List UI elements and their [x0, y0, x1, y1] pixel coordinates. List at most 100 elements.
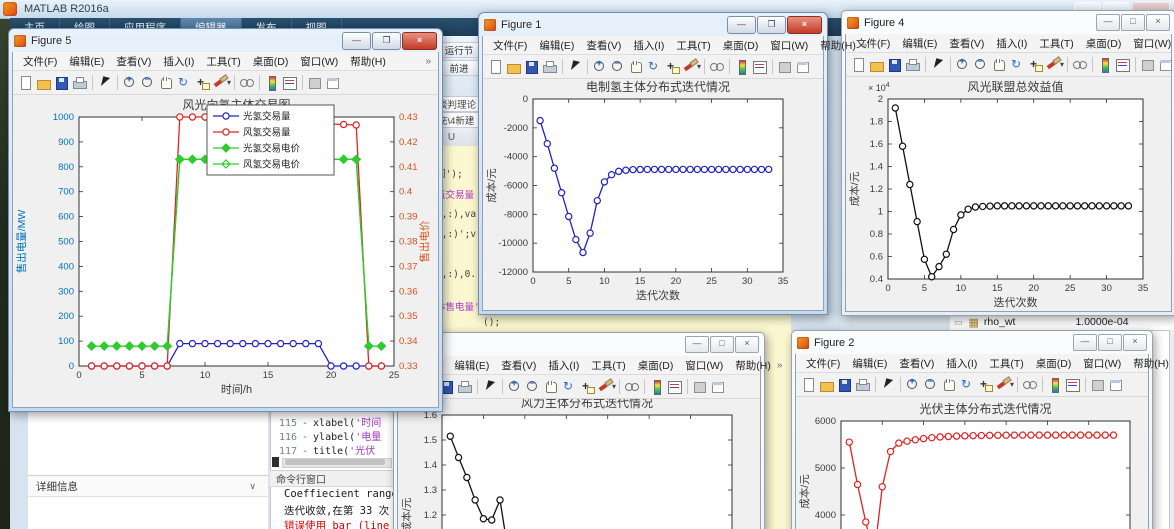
link-plots-icon[interactable] [1022, 377, 1038, 393]
menu-overflow-icon[interactable]: » [425, 56, 434, 67]
menu-item-2[interactable]: 查看(V) [580, 38, 627, 53]
print-icon[interactable] [72, 75, 88, 91]
pan-icon[interactable] [941, 377, 957, 393]
menu-item-1[interactable]: 编辑(E) [896, 36, 943, 51]
menu-item-6[interactable]: 窗口(W) [679, 358, 729, 373]
link-plots-icon[interactable] [1072, 57, 1088, 73]
show-plot-tools-icon[interactable] [325, 75, 341, 91]
close-button[interactable]: × [402, 31, 437, 50]
rotate-3d-icon[interactable] [561, 379, 577, 395]
data-cursor-icon[interactable] [1027, 57, 1043, 73]
zoom-in-icon[interactable] [905, 376, 921, 393]
menu-item-6[interactable]: 窗口(W) [1127, 36, 1174, 51]
save-icon[interactable] [524, 59, 540, 75]
menu-item-4[interactable]: 工具(T) [200, 54, 246, 69]
hide-plot-tools-icon[interactable] [1140, 57, 1156, 73]
menu-item-2[interactable]: 查看(V) [943, 36, 990, 51]
pointer-tool-icon[interactable] [880, 377, 896, 393]
show-plot-tools-icon[interactable] [795, 59, 811, 75]
maximize-button[interactable]: ❐ [757, 15, 786, 34]
minimize-button[interactable]: — [342, 31, 371, 50]
brush-icon[interactable] [682, 59, 698, 75]
menu-item-5[interactable]: 桌面(D) [1030, 356, 1078, 371]
zoom-in-icon[interactable] [122, 74, 138, 91]
save-icon[interactable] [887, 57, 903, 73]
menu-item-3[interactable]: 插入(I) [990, 36, 1033, 51]
menu-item-0[interactable]: 文件(F) [17, 54, 63, 69]
pan-icon[interactable] [543, 379, 559, 395]
save-icon[interactable] [54, 75, 70, 91]
zoom-out-icon[interactable] [525, 378, 541, 395]
menu-item-1[interactable]: 编辑(E) [63, 54, 110, 69]
minimize-button[interactable]: — [685, 336, 709, 353]
insert-legend-icon[interactable] [282, 75, 298, 91]
zoom-out-icon[interactable] [973, 56, 989, 73]
figure2-titlebar[interactable]: Figure 2 — □ × [795, 331, 1149, 354]
scrollbar-split-handle[interactable] [272, 457, 279, 467]
insert-legend-icon[interactable] [1065, 377, 1081, 393]
pointer-tool-icon[interactable] [482, 379, 498, 395]
pointer-tool-icon[interactable] [930, 57, 946, 73]
close-button[interactable]: × [1123, 334, 1147, 351]
menu-item-2[interactable]: 查看(V) [495, 358, 542, 373]
menu-item-4[interactable]: 工具(T) [585, 358, 631, 373]
link-plots-icon[interactable] [239, 75, 255, 91]
pointer-tool-icon[interactable] [97, 75, 113, 91]
link-plots-icon[interactable] [709, 59, 725, 75]
zoom-in-icon[interactable] [592, 58, 608, 75]
zoom-out-icon[interactable] [923, 376, 939, 393]
error-link[interactable]: bar [332, 520, 351, 529]
menu-overflow-icon[interactable]: » [862, 40, 871, 51]
show-plot-tools-icon[interactable] [1158, 57, 1174, 73]
menu-item-6[interactable]: 窗口(W) [764, 38, 814, 53]
menu-item-4[interactable]: 工具(T) [983, 356, 1029, 371]
hide-plot-tools-icon[interactable] [777, 59, 793, 75]
scrollbar-thumb[interactable] [285, 459, 385, 465]
run-section-button[interactable]: 运行节 [438, 42, 480, 58]
new-file-icon[interactable] [851, 57, 867, 73]
brush-icon[interactable] [1045, 57, 1061, 73]
maximize-button[interactable]: □ [1098, 334, 1122, 351]
rotate-3d-icon[interactable] [1009, 57, 1025, 73]
brush-icon[interactable] [995, 377, 1011, 393]
menu-item-7[interactable]: 帮助(H) [344, 54, 392, 69]
data-cursor-icon[interactable] [977, 377, 993, 393]
zoom-out-icon[interactable] [140, 74, 156, 91]
menu-item-3[interactable]: 插入(I) [940, 356, 983, 371]
pan-icon[interactable] [158, 75, 174, 91]
insert-colorbar-icon[interactable] [1047, 377, 1063, 393]
save-icon[interactable] [837, 377, 853, 393]
menu-item-1[interactable]: 编辑(E) [448, 358, 495, 373]
open-file-icon[interactable] [506, 59, 522, 75]
zoom-out-icon[interactable] [610, 58, 626, 75]
menu-item-5[interactable]: 桌面(D) [247, 54, 295, 69]
error-link[interactable]: (line [351, 520, 390, 529]
maximize-button[interactable]: □ [710, 336, 734, 353]
zoom-in-icon[interactable] [507, 378, 523, 395]
maximize-button[interactable]: □ [1121, 14, 1145, 31]
pointer-tool-icon[interactable] [567, 59, 583, 75]
menu-item-1[interactable]: 编辑(E) [846, 356, 893, 371]
close-button[interactable]: × [735, 336, 759, 353]
open-file-icon[interactable] [869, 57, 885, 73]
menu-item-5[interactable]: 桌面(D) [1080, 36, 1128, 51]
details-collapsible-row[interactable]: 详细信息 ∨ [28, 475, 268, 497]
print-icon[interactable] [457, 379, 473, 395]
brush-icon[interactable] [212, 75, 228, 91]
minimize-button[interactable]: — [1073, 334, 1097, 351]
close-button[interactable]: × [787, 15, 822, 34]
show-plot-tools-icon[interactable] [710, 379, 726, 395]
rotate-3d-icon[interactable] [646, 59, 662, 75]
menu-item-6[interactable]: 窗口(W) [1077, 356, 1127, 371]
insert-colorbar-icon[interactable] [1097, 57, 1113, 73]
open-file-icon[interactable] [36, 75, 52, 91]
rotate-3d-icon[interactable] [959, 377, 975, 393]
data-cursor-icon[interactable] [664, 59, 680, 75]
new-file-icon[interactable] [488, 59, 504, 75]
menu-item-3[interactable]: 插入(I) [627, 38, 670, 53]
menu-item-5[interactable]: 桌面(D) [717, 38, 765, 53]
editor-horizontal-scrollbar[interactable] [272, 457, 392, 468]
print-icon[interactable] [905, 57, 921, 73]
figure3-titlebar[interactable]: — □ × [397, 333, 761, 356]
menu-item-6[interactable]: 窗口(W) [294, 54, 344, 69]
